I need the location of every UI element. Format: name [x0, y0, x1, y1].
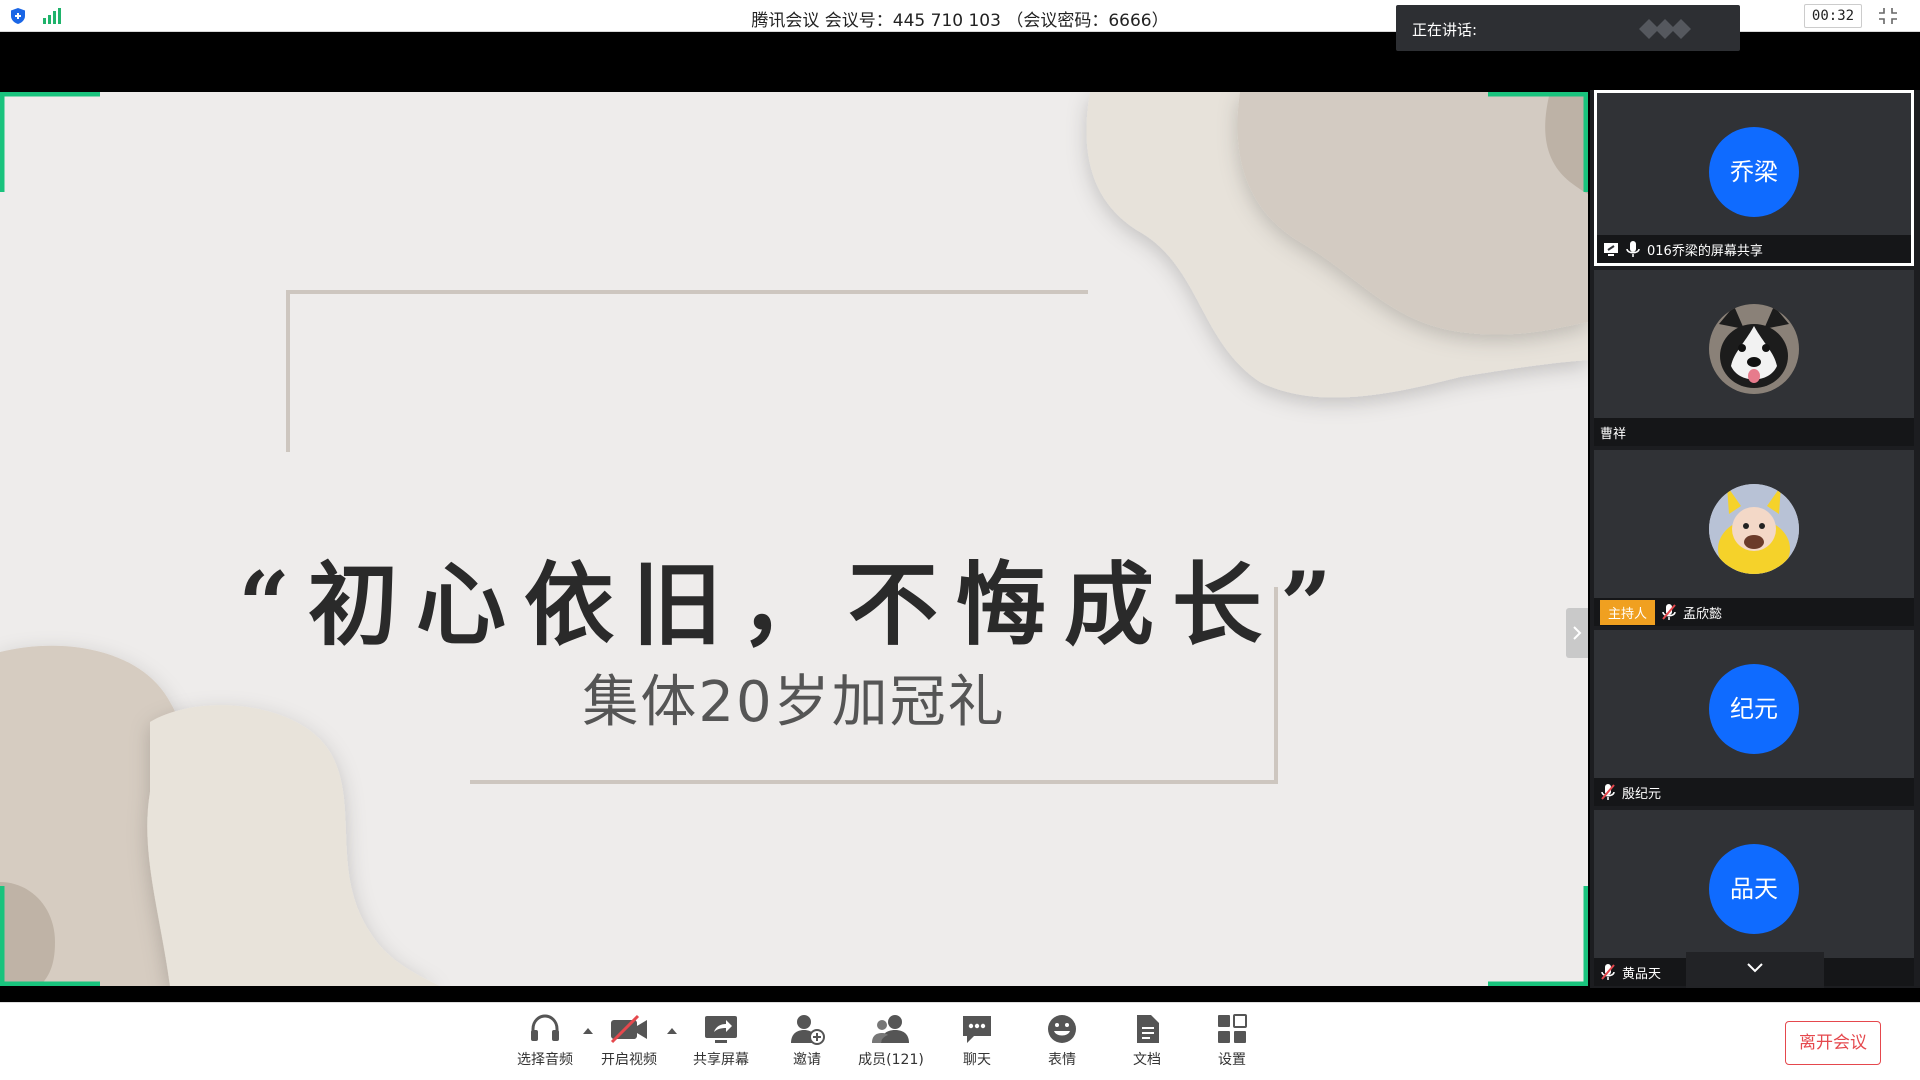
participant-namebar: 殷纪元 [1594, 778, 1914, 806]
mic-muted-icon [1601, 784, 1615, 800]
chat-button[interactable]: 聊天 [934, 1013, 1020, 1075]
slide-subtitle: 集体20岁加冠礼 [582, 670, 1006, 735]
share-border-corner-top-left [0, 92, 100, 192]
participant-name: 殷纪元 [1622, 786, 1662, 802]
invite-button[interactable]: 邀请 [764, 1013, 850, 1075]
mic-muted-icon [1601, 964, 1615, 980]
chat-label: 聊天 [963, 1052, 991, 1068]
headset-icon [531, 1014, 559, 1041]
share-screen-icon [705, 1016, 737, 1043]
avatar-child-photo [1709, 484, 1799, 574]
meeting-window: 腾讯会议 会议号：445 710 103 （会议密码：6666） 00:32 正… [0, 0, 1920, 1080]
share-border-corner-bottom-right [1488, 886, 1588, 986]
participant-namebar: 016乔梁的屏幕共享 [1597, 235, 1911, 263]
participant-namebar: 主持人 孟欣懿 [1594, 598, 1914, 626]
share-screen-button[interactable]: 共享屏幕 [678, 1013, 764, 1075]
video-options-caret-icon[interactable] [666, 1027, 678, 1035]
video-button[interactable]: 开启视频 [586, 1013, 672, 1075]
members-label: 成员(121) [858, 1052, 924, 1068]
share-border-corner-top-right [1488, 92, 1588, 192]
emoji-icon [1048, 1015, 1076, 1043]
video-off-icon [610, 1014, 647, 1044]
participant-name: 曹祥 [1600, 426, 1627, 442]
share-screen-label: 共享屏幕 [693, 1052, 749, 1068]
members-icon [872, 1015, 909, 1043]
video-label: 开启视频 [601, 1052, 657, 1068]
meeting-toolbar: 选择音频 开启视频 共享屏幕 邀请 成员(121) 聊天 表情 文档 设置 离开… [0, 1002, 1920, 1080]
speaking-label: 正在讲话: [1412, 21, 1478, 39]
slide-title: “初心依旧，不悔成长” [238, 552, 1350, 658]
invite-label: 邀请 [793, 1052, 821, 1068]
participants-panel: 乔梁 016乔梁的屏幕共享 曹祥 主持人 孟欣懿 纪元 殷纪元 品天 黄品天 [1590, 90, 1920, 988]
document-button[interactable]: 文档 [1104, 1013, 1190, 1075]
meeting-timer: 00:32 [1804, 4, 1862, 28]
document-icon [1137, 1015, 1159, 1043]
document-label: 文档 [1133, 1052, 1161, 1068]
avatar: 纪元 [1709, 664, 1799, 754]
speaking-indicator: 正在讲话: [1396, 5, 1740, 51]
participant-tile[interactable]: 乔梁 016乔梁的屏幕共享 [1594, 90, 1914, 266]
participant-tile[interactable]: 主持人 孟欣懿 [1594, 450, 1914, 626]
collapse-panel-button[interactable] [1566, 608, 1588, 658]
leave-meeting-button[interactable]: 离开会议 [1785, 1021, 1881, 1065]
avatar: 乔梁 [1709, 127, 1799, 217]
mic-icon [1626, 241, 1640, 257]
invite-icon [791, 1015, 825, 1045]
host-badge: 主持人 [1600, 599, 1656, 625]
exit-fullscreen-icon[interactable] [1877, 6, 1899, 26]
chevron-down-icon [1747, 963, 1763, 973]
speaking-wave-icon [1639, 19, 1691, 39]
scroll-down-button[interactable] [1686, 952, 1824, 988]
participant-namebar: 曹祥 [1594, 418, 1914, 446]
settings-label: 设置 [1218, 1052, 1246, 1068]
settings-button[interactable]: 设置 [1189, 1013, 1275, 1075]
participant-name: 016乔梁的屏幕共享 [1647, 243, 1763, 259]
avatar: 品天 [1709, 844, 1799, 934]
emoji-button[interactable]: 表情 [1019, 1013, 1105, 1075]
chat-icon [963, 1016, 991, 1043]
share-border-corner-bottom-left [0, 886, 100, 986]
screen-share-icon [1604, 243, 1618, 256]
shared-screen[interactable]: “初心依旧，不悔成长” 集体20岁加冠礼 [0, 92, 1588, 986]
chevron-right-icon [1573, 626, 1582, 640]
participant-tile[interactable]: 纪元 殷纪元 [1594, 630, 1914, 806]
audio-button[interactable]: 选择音频 [502, 1013, 588, 1075]
participant-tile[interactable]: 曹祥 [1594, 270, 1914, 446]
participant-name: 黄品天 [1622, 966, 1662, 982]
emoji-label: 表情 [1048, 1052, 1076, 1068]
avatar-husky-photo [1709, 304, 1799, 394]
members-button[interactable]: 成员(121) [848, 1013, 934, 1075]
settings-icon [1218, 1014, 1247, 1043]
audio-label: 选择音频 [517, 1052, 573, 1068]
mic-muted-icon [1662, 604, 1676, 620]
participant-name: 孟欣懿 [1683, 606, 1723, 622]
